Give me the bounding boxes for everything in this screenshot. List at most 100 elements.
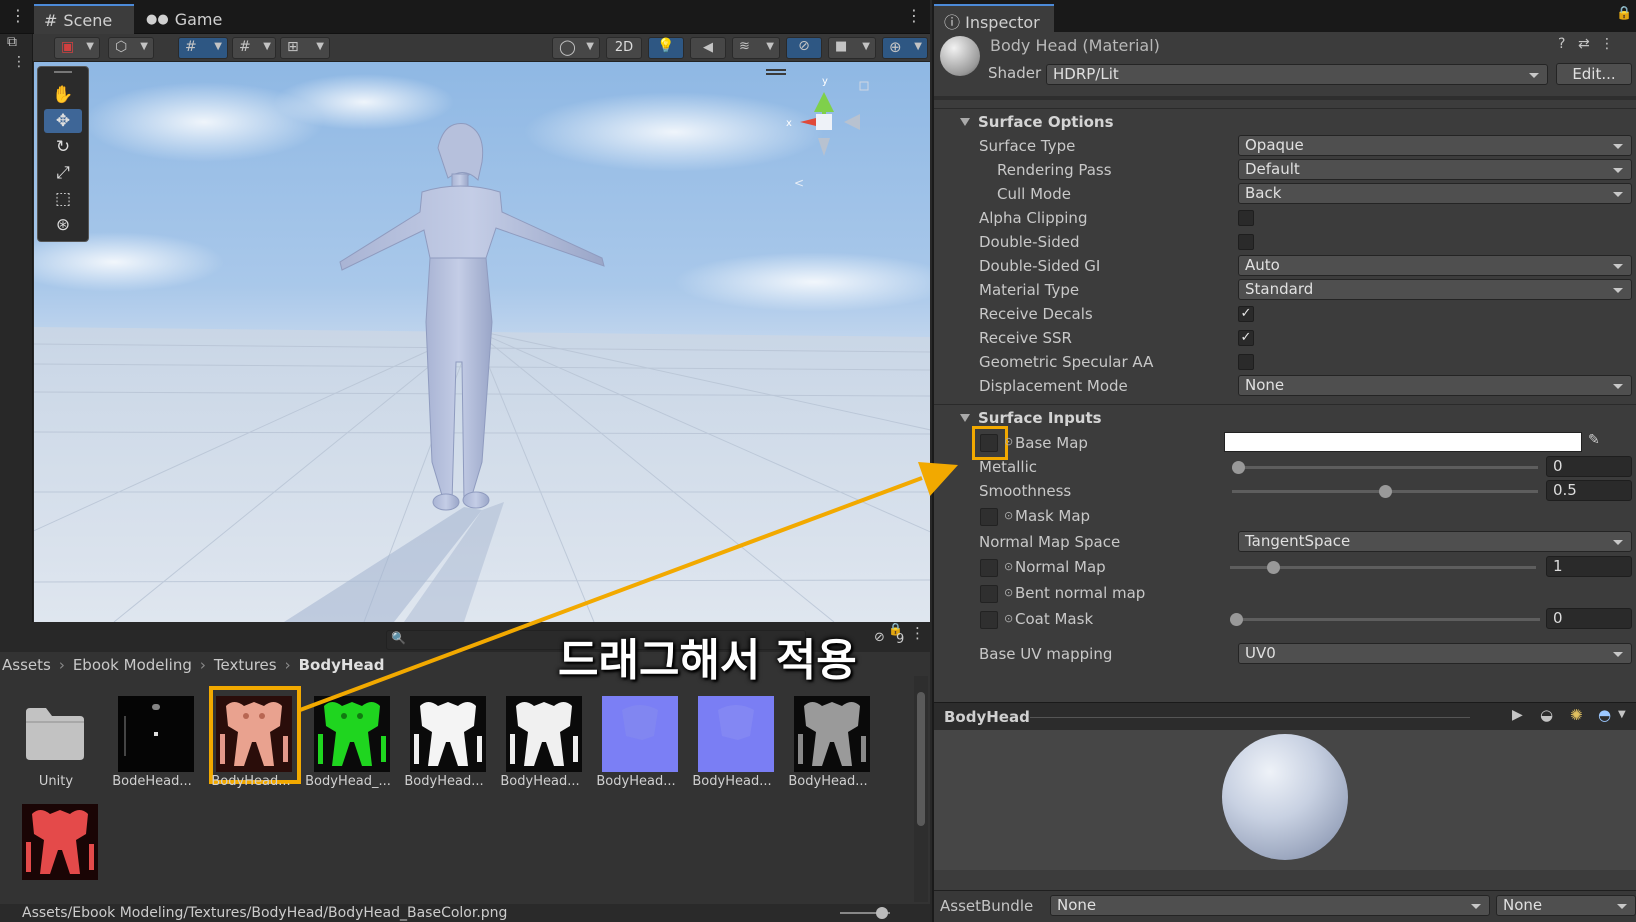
surface-options-header[interactable]: Surface Options — [934, 108, 1636, 134]
shading-mode-button[interactable]: ◯ ▼ — [552, 37, 600, 59]
lighting-toggle-button[interactable]: 💡 — [648, 37, 684, 59]
metallic-slider[interactable] — [1232, 461, 1538, 474]
double-sided-checkbox[interactable] — [1238, 234, 1254, 250]
asset-tile[interactable]: BodyHead_... — [298, 682, 394, 792]
asset-tile[interactable]: BodeHead... — [102, 682, 198, 792]
draw-mode-button[interactable]: ▣ ▼ — [54, 37, 100, 59]
asset-label: BodyHead... — [404, 774, 484, 789]
assetbundle-dropdown[interactable]: None — [1050, 895, 1490, 916]
asset-tile[interactable]: BodyHead... — [778, 682, 874, 792]
hand-tool-icon[interactable]: ✋ — [44, 83, 82, 107]
shader-dropdown[interactable]: HDRP/Lit — [1046, 64, 1548, 85]
asset-tile[interactable] — [6, 790, 102, 884]
inspector-menu-icon[interactable]: ⋮ — [1600, 36, 1614, 52]
asset-tile[interactable]: BodyHead... — [682, 682, 778, 792]
lock-icon[interactable]: 🔒 — [1616, 6, 1632, 21]
cull-mode-dropdown[interactable]: Back — [1238, 183, 1632, 204]
preview-area[interactable] — [934, 730, 1636, 870]
asset-tile[interactable]: BodyHead... — [586, 682, 682, 792]
coat-mask-field[interactable]: 0 — [1546, 608, 1632, 629]
coat-mask-slider[interactable] — [1230, 613, 1540, 626]
double-sided-gi-dropdown[interactable]: Auto — [1238, 255, 1632, 276]
object-picker-icon[interactable]: ⊙ — [1004, 612, 1013, 625]
scene-viewport[interactable]: y x < ✋ ✥ ↻ ⤢ ⬚ ⊛ — [34, 62, 930, 622]
base-color-field[interactable] — [1224, 432, 1582, 452]
normal-scale-field[interactable]: 1 — [1546, 556, 1632, 577]
receive-ssr-checkbox[interactable]: ✓ — [1238, 330, 1254, 346]
breadcrumb-assets[interactable]: Assets — [2, 656, 51, 674]
assetbundle-variant-dropdown[interactable]: None — [1496, 895, 1636, 916]
normal-map-texture-slot[interactable] — [980, 559, 998, 577]
coat-mask-label: Coat Mask — [1015, 610, 1094, 628]
edit-shader-button[interactable]: Edit... — [1556, 63, 1632, 85]
cull-mode-label: Cull Mode — [997, 185, 1071, 203]
material-type-dropdown[interactable]: Standard — [1238, 279, 1632, 300]
effects-button[interactable]: ≋ ▼ — [732, 37, 780, 59]
vertical-scrollbar[interactable] — [914, 676, 928, 902]
strip-menu-icon[interactable]: ⋮ — [12, 54, 26, 70]
rect-tool-icon[interactable]: ⬚ — [44, 187, 82, 211]
normal-scale-slider[interactable] — [1230, 561, 1536, 574]
surface-inputs-header[interactable]: Surface Inputs — [934, 404, 1636, 430]
coat-mask-slider-knob[interactable] — [1230, 613, 1243, 626]
2d-toggle-button[interactable]: 2D — [606, 37, 642, 59]
asset-tile[interactable]: Unity — [6, 682, 102, 792]
normal-map-space-dropdown[interactable]: TangentSpace — [1238, 531, 1632, 552]
camera-button[interactable]: ■ ▼ — [828, 37, 876, 59]
light-icon[interactable]: ✺ — [1570, 706, 1583, 724]
asset-tile-selected[interactable]: BodyHead... — [200, 682, 301, 792]
object-picker-icon[interactable]: ⊙ — [1004, 586, 1013, 599]
grid-visibility-button[interactable]: ⊞ ▼ — [280, 37, 330, 59]
breadcrumb-ebook-modeling[interactable]: Ebook Modeling — [73, 656, 192, 674]
smoothness-slider-knob[interactable] — [1378, 485, 1392, 498]
gizmos-button[interactable]: ⊕ ▼ — [882, 37, 928, 59]
displacement-mode-dropdown[interactable]: None — [1238, 375, 1632, 396]
object-picker-icon[interactable]: ⊙ — [1004, 509, 1013, 522]
mask-map-texture-slot[interactable] — [980, 508, 998, 526]
object-picker-icon[interactable]: ⊙ — [1004, 435, 1013, 448]
bent-normal-map-texture-slot[interactable] — [980, 585, 998, 603]
metallic-field[interactable]: 0 — [1546, 456, 1632, 477]
scene-menu-icon[interactable]: ⋮ — [906, 6, 922, 25]
thumbnail-size-slider[interactable] — [840, 907, 890, 919]
kebab-menu-icon[interactable]: ⋮ — [10, 6, 26, 25]
coat-mask-texture-slot[interactable] — [980, 611, 998, 629]
play-icon[interactable]: ▶ — [1512, 707, 1523, 723]
render-mode-button[interactable]: ⬡ ▼ — [108, 37, 154, 59]
geometric-specular-aa-checkbox[interactable] — [1238, 354, 1254, 370]
asset-tile[interactable]: BodyHead... — [394, 682, 490, 792]
eye-slash-icon[interactable]: ⊘ — [874, 630, 885, 645]
surface-type-dropdown[interactable]: Opaque — [1238, 135, 1632, 156]
increment-snap-button[interactable]: # ▼ — [232, 37, 276, 59]
breadcrumb-textures[interactable]: Textures — [214, 656, 277, 674]
tab-scene[interactable]: # Scene — [34, 4, 134, 34]
normal-scale-slider-knob[interactable] — [1266, 561, 1280, 574]
hidden-objects-button[interactable]: ⊘ — [786, 37, 822, 59]
breadcrumb-bodyhead[interactable]: BodyHead — [299, 656, 385, 674]
move-tool-icon[interactable]: ✥ — [44, 109, 82, 133]
asset-tile[interactable]: BodyHead... — [490, 682, 586, 792]
audio-toggle-button[interactable]: ◀ — [690, 37, 726, 59]
smoothness-field[interactable]: 0.5 — [1546, 480, 1632, 501]
grid-snap-button[interactable]: # ▼ — [178, 37, 228, 59]
preset-icon[interactable]: ⇄ — [1578, 36, 1590, 52]
tab-game[interactable]: ●● Game — [136, 4, 236, 34]
smoothness-slider[interactable] — [1232, 485, 1538, 498]
receive-decals-checkbox[interactable]: ✓ — [1238, 306, 1254, 322]
project-menu-icon[interactable]: ⋮ — [910, 624, 925, 642]
overlay-icon[interactable]: ⧉ — [7, 34, 17, 50]
metallic-slider-knob[interactable] — [1232, 461, 1245, 474]
sphere-icon[interactable]: ◓ — [1598, 706, 1611, 724]
preview-mesh-icon[interactable]: ◒ — [1540, 706, 1553, 724]
base-uv-mapping-dropdown[interactable]: UV0 — [1238, 643, 1632, 664]
eyedropper-icon[interactable]: ✎ — [1588, 432, 1600, 448]
alpha-clipping-checkbox[interactable] — [1238, 210, 1254, 226]
chevron-down-icon[interactable]: ▼ — [1618, 709, 1626, 720]
rotate-tool-icon[interactable]: ↻ — [44, 135, 82, 159]
rendering-pass-dropdown[interactable]: Default — [1238, 159, 1632, 180]
tab-inspector[interactable]: ⓘ Inspector — [934, 4, 1054, 32]
transform-tool-icon[interactable]: ⊛ — [44, 213, 82, 237]
object-picker-icon[interactable]: ⊙ — [1004, 560, 1013, 573]
scale-tool-icon[interactable]: ⤢ — [44, 161, 82, 185]
help-icon[interactable]: ? — [1558, 36, 1565, 52]
